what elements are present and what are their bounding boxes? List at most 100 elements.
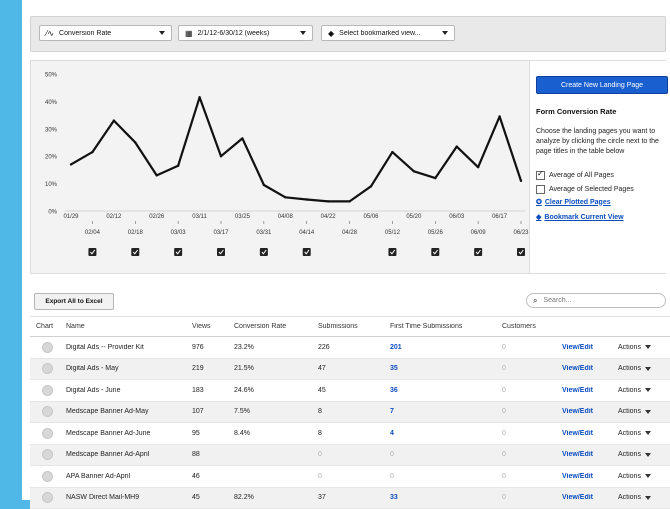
row-customers: 0 — [502, 473, 562, 480]
actions-menu[interactable]: Actions — [618, 451, 670, 458]
chevron-down-icon — [159, 31, 165, 35]
plot-radio[interactable] — [42, 449, 53, 460]
row-first-time[interactable]: 7 — [390, 408, 502, 415]
bookmark-dropdown[interactable]: ◆ Select bookmarked view... — [321, 25, 455, 41]
col-conversion-rate[interactable]: Conversion Rate — [234, 323, 318, 330]
x-tick-label: 03/17 — [213, 230, 229, 236]
search-input[interactable] — [541, 296, 655, 305]
data-point — [434, 177, 436, 179]
col-name[interactable]: Name — [66, 323, 192, 330]
series-line — [71, 97, 521, 201]
plot-radio[interactable] — [42, 363, 53, 374]
export-excel-button[interactable]: Export All to Excel — [34, 293, 114, 310]
x-tick-label: 04/08 — [278, 214, 294, 220]
row-first-time[interactable]: 33 — [390, 494, 502, 501]
view-edit-link[interactable]: View/Edit — [562, 387, 618, 394]
metric-dropdown[interactable]: ⁄∿ Conversion Rate — [39, 25, 172, 41]
annotation-marker-icon[interactable] — [303, 248, 311, 256]
plot-radio[interactable] — [42, 342, 53, 353]
x-tick-label: 06/17 — [492, 214, 508, 220]
row-submissions: 0 — [318, 451, 390, 458]
actions-menu[interactable]: Actions — [618, 365, 670, 372]
col-chart[interactable]: Chart — [30, 323, 66, 330]
checkbox-unchecked[interactable] — [536, 185, 545, 194]
view-edit-link[interactable]: View/Edit — [562, 451, 618, 458]
table-row: Digital Ads - May21921.5%47350View/EditA… — [30, 359, 670, 381]
data-point — [413, 170, 415, 172]
row-name: Medscape Banner Ad-April — [66, 451, 192, 458]
actions-menu[interactable]: Actions — [618, 387, 670, 394]
data-point — [520, 180, 522, 182]
row-conversion-rate: 8.4% — [234, 430, 318, 437]
chart-select-cell — [30, 342, 66, 353]
data-point — [348, 200, 350, 202]
plot-radio[interactable] — [42, 492, 53, 503]
data-point — [156, 174, 158, 176]
col-submissions[interactable]: Submissions — [318, 323, 390, 330]
sidebar-description: Choose the landing pages you want to ana… — [536, 127, 666, 157]
chevron-down-icon — [645, 496, 651, 500]
annotation-marker-icon[interactable] — [217, 248, 225, 256]
actions-menu[interactable]: Actions — [618, 494, 670, 501]
row-conversion-rate: 23.2% — [234, 344, 318, 351]
chart-select-cell — [30, 471, 66, 482]
annotation-marker-icon[interactable] — [88, 248, 96, 256]
data-point — [177, 165, 179, 167]
tag-icon: ◆ — [328, 29, 334, 38]
view-edit-link[interactable]: View/Edit — [562, 473, 618, 480]
data-point — [391, 151, 393, 153]
col-customers[interactable]: Customers — [502, 323, 562, 330]
data-point — [241, 137, 243, 139]
row-conversion-rate: 7.5% — [234, 408, 318, 415]
view-edit-link[interactable]: View/Edit — [562, 365, 618, 372]
row-first-time[interactable]: 201 — [390, 344, 502, 351]
clear-plotted-link[interactable]: ✪ Clear Plotted Pages — [536, 198, 611, 206]
view-edit-link[interactable]: View/Edit — [562, 344, 618, 351]
row-customers: 0 — [502, 430, 562, 437]
annotation-marker-icon[interactable] — [517, 248, 525, 256]
row-conversion-rate: 82.2% — [234, 494, 318, 501]
checkbox-checked[interactable] — [536, 171, 545, 180]
row-first-time[interactable]: 35 — [390, 365, 502, 372]
plot-radio[interactable] — [42, 406, 53, 417]
x-tick-label: 04/28 — [342, 230, 358, 236]
x-tick-label: 02/12 — [106, 214, 122, 220]
plot-radio[interactable] — [42, 385, 53, 396]
actions-menu[interactable]: Actions — [618, 473, 670, 480]
col-first-time[interactable]: First Time Submissions — [390, 323, 502, 330]
row-first-time[interactable]: 4 — [390, 430, 502, 437]
view-edit-link[interactable]: View/Edit — [562, 430, 618, 437]
x-tick-label: 05/26 — [428, 230, 444, 236]
calendar-icon: ▦ — [185, 29, 193, 38]
y-tick-label: 0% — [48, 210, 57, 216]
y-tick-label: 10% — [45, 182, 58, 188]
view-edit-link[interactable]: View/Edit — [562, 408, 618, 415]
plot-radio[interactable] — [42, 471, 53, 482]
x-tick-label: 04/14 — [299, 230, 315, 236]
annotation-marker-icon[interactable] — [388, 248, 396, 256]
col-views[interactable]: Views — [192, 323, 234, 330]
x-tick-label: 04/22 — [321, 214, 337, 220]
annotation-marker-icon[interactable] — [260, 248, 268, 256]
search-box[interactable]: ⌕ — [526, 293, 666, 308]
check-average-all[interactable]: Average of All Pages — [536, 171, 614, 180]
annotation-marker-icon[interactable] — [474, 248, 482, 256]
data-point — [306, 198, 308, 200]
actions-menu[interactable]: Actions — [618, 408, 670, 415]
row-first-time[interactable]: 36 — [390, 387, 502, 394]
table-header: Chart Name Views Conversion Rate Submiss… — [30, 316, 670, 337]
plot-radio[interactable] — [42, 428, 53, 439]
annotation-marker-icon[interactable] — [431, 248, 439, 256]
data-point — [456, 145, 458, 147]
annotation-marker-icon[interactable] — [174, 248, 182, 256]
create-landing-page-button[interactable]: Create New Landing Page — [536, 76, 668, 94]
view-edit-link[interactable]: View/Edit — [562, 494, 618, 501]
date-range-dropdown[interactable]: ▦ 2/1/12-6/30/12 (weeks) — [178, 25, 313, 41]
row-submissions: 8 — [318, 430, 390, 437]
bookmark-view-link[interactable]: ◆ Bookmark Current View — [536, 213, 624, 221]
data-point — [198, 96, 200, 98]
annotation-marker-icon[interactable] — [131, 248, 139, 256]
actions-menu[interactable]: Actions — [618, 344, 670, 351]
actions-menu[interactable]: Actions — [618, 430, 670, 437]
check-average-selected[interactable]: Average of Selected Pages — [536, 185, 634, 194]
